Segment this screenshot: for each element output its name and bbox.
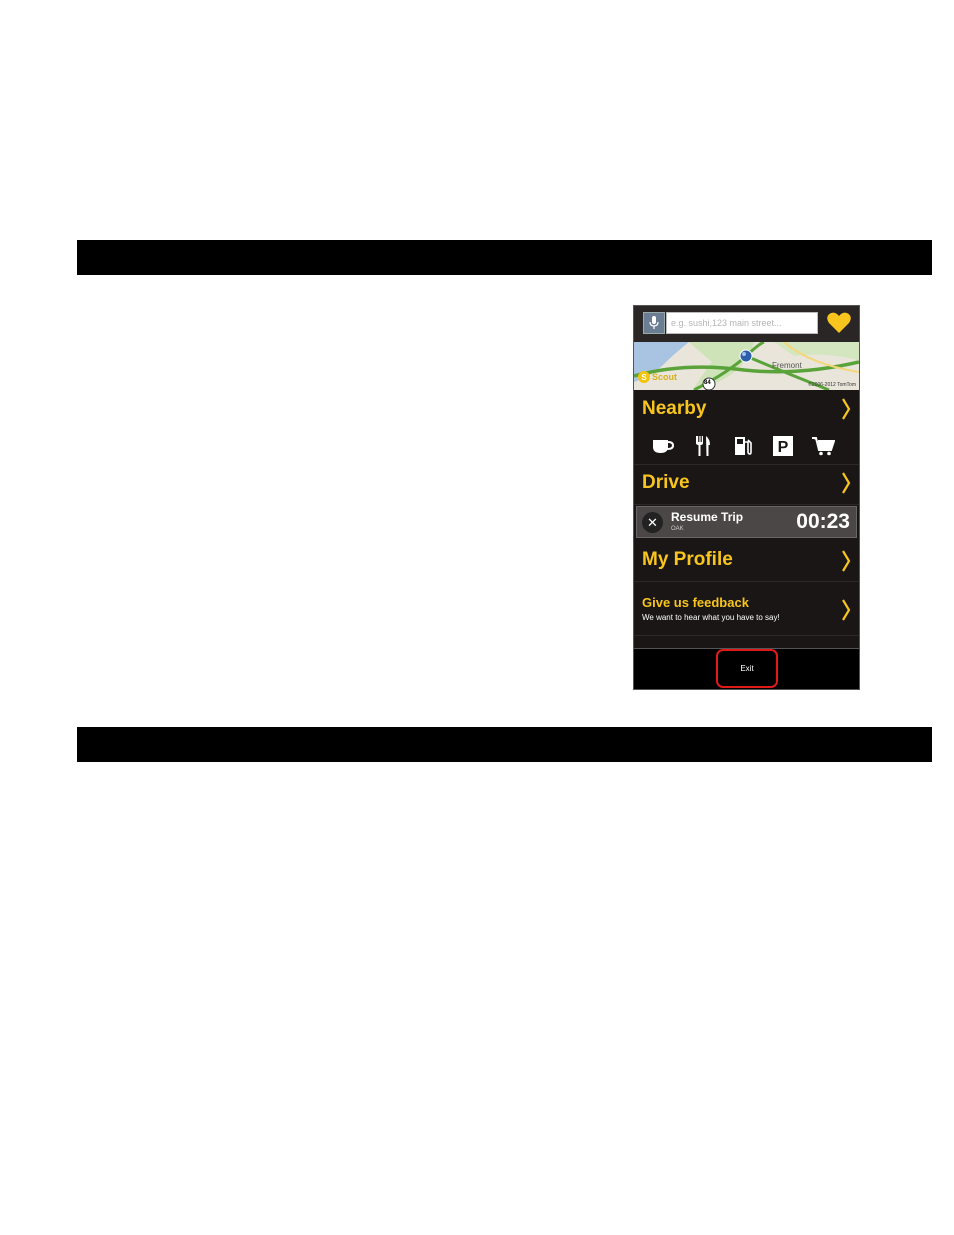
route-shield: 84 xyxy=(704,380,711,386)
resume-trip-time: 00:23 xyxy=(796,510,850,533)
phone-screenshot: e.g. sushi,123 main street... Fremont 84… xyxy=(633,305,860,690)
map-view[interactable]: Fremont 84 S Scout ©2006-2012 TomTom xyxy=(634,342,859,390)
feedback-description: We want to hear what you have to say! xyxy=(642,613,780,622)
favorites-heart-icon[interactable] xyxy=(826,311,852,335)
parking-icon[interactable]: P xyxy=(770,434,796,458)
chevron-right-icon xyxy=(842,472,851,494)
scout-logo-icon: S xyxy=(638,371,650,383)
nearby-row[interactable]: Nearby P xyxy=(634,390,859,465)
nearby-title: Nearby xyxy=(642,398,707,419)
resume-trip-destination: OAK xyxy=(671,526,684,532)
footer-bar: Exit xyxy=(634,648,859,689)
close-icon[interactable]: ✕ xyxy=(642,512,663,533)
exit-button[interactable]: Exit xyxy=(716,649,778,688)
microphone-icon[interactable] xyxy=(643,312,665,334)
map-city-label: Fremont xyxy=(772,361,802,370)
resume-trip-label: Resume Trip xyxy=(671,510,744,524)
search-input[interactable]: e.g. sushi,123 main street... xyxy=(666,312,818,334)
scout-logo-text: Scout xyxy=(652,372,678,382)
scout-logo: S Scout xyxy=(638,371,677,383)
header-bar-top xyxy=(77,240,932,275)
chevron-right-icon xyxy=(842,599,851,621)
header-bar-bottom xyxy=(77,727,932,762)
resume-trip-row[interactable]: ✕ Resume Trip OAK 00:23 xyxy=(636,506,857,538)
gas-station-icon[interactable] xyxy=(730,434,756,458)
drive-row[interactable]: Drive xyxy=(634,464,859,505)
chevron-right-icon xyxy=(842,398,851,420)
nearby-category-icons: P xyxy=(650,434,836,458)
feedback-title: Give us feedback xyxy=(642,595,749,610)
coffee-icon[interactable] xyxy=(650,434,676,458)
restaurant-icon[interactable] xyxy=(690,434,716,458)
my-profile-title: My Profile xyxy=(642,549,733,570)
chevron-right-icon xyxy=(842,550,851,572)
grocery-icon[interactable] xyxy=(810,434,836,458)
drive-title: Drive xyxy=(642,472,690,493)
map-credit: ©2006-2012 TomTom xyxy=(808,382,856,388)
svg-text:P: P xyxy=(778,439,789,456)
feedback-row[interactable]: Give us feedback We want to hear what yo… xyxy=(634,583,859,636)
my-profile-row[interactable]: My Profile xyxy=(634,541,859,582)
search-header: e.g. sushi,123 main street... xyxy=(634,306,859,342)
